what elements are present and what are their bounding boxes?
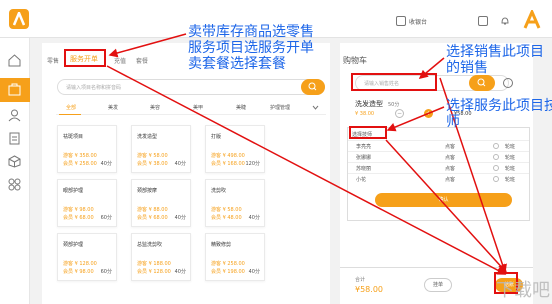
annotation-technician: 选择服务此项目技 师 xyxy=(446,98,552,130)
annotation-tab-instructions: 卖带库存商品选零售 服务项目选服务开单 卖套餐选择套餐 xyxy=(188,24,314,72)
annotation-line: 选择销售此项目 xyxy=(446,44,544,60)
annotation-line: 选择服务此项目技 xyxy=(446,98,552,114)
annotation-salesperson: 选择销售此项目 的销售 xyxy=(446,44,544,76)
annotation-line: 卖带库存商品选零售 xyxy=(188,24,314,40)
annotation-line: 的销售 xyxy=(446,60,488,76)
annotation-line: 服务项目选服务开单 xyxy=(188,40,314,56)
annotation-line: 卖套餐选择套餐 xyxy=(188,56,286,72)
watermark: 下载吧 xyxy=(496,280,550,301)
annotation-line: 师 xyxy=(446,114,460,130)
